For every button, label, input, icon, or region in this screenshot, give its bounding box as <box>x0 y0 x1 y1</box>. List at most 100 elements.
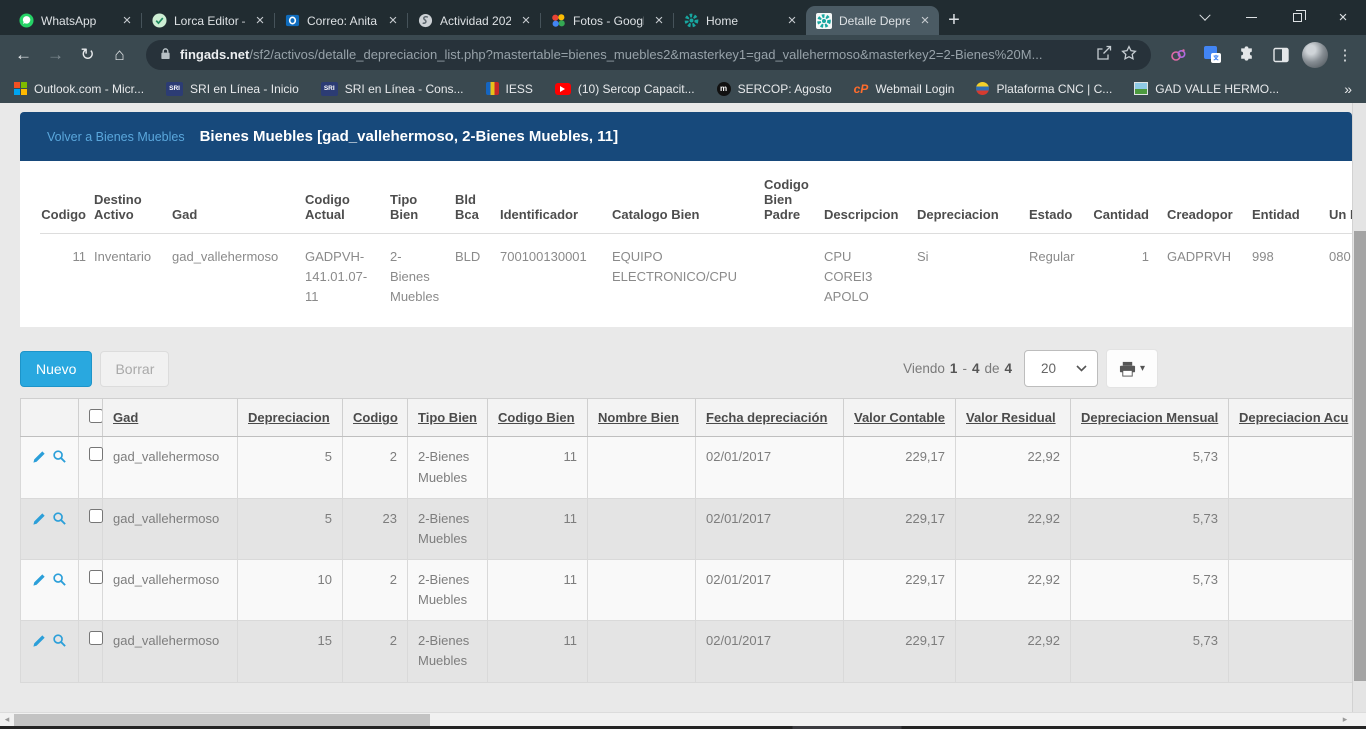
col-fecha-depreciacion[interactable]: Fecha depreciación <box>696 399 844 437</box>
bookmark-plataforma-cnc[interactable]: Plataforma CNC | C... <box>976 82 1112 96</box>
vertical-scrollbar-thumb[interactable] <box>1354 231 1366 681</box>
edit-pencil-icon[interactable] <box>32 572 47 593</box>
bookmark-webmail[interactable]: cP Webmail Login <box>854 82 955 96</box>
col-codigo[interactable]: Codigo <box>343 399 408 437</box>
bookmark-star-icon[interactable] <box>1121 45 1137 64</box>
depreciation-table: Gad Depreciacion Codigo Tipo Bien Codigo… <box>20 398 1352 682</box>
url-path: /sf2/activos/detalle_depreciacion_list.p… <box>249 47 1042 62</box>
tab-home[interactable]: Home × <box>673 6 806 35</box>
col-codigo-bien[interactable]: Codigo Bien <box>488 399 588 437</box>
cell-depreciacion-mensual: 5,73 <box>1071 498 1229 559</box>
close-icon[interactable]: × <box>784 12 800 29</box>
page-title: Bienes Muebles [gad_vallehermoso, 2-Bien… <box>200 128 618 145</box>
bookmarks-overflow-icon[interactable]: » <box>1344 81 1352 97</box>
close-icon[interactable]: × <box>917 12 933 29</box>
translate-extension-icon[interactable] <box>1198 40 1227 70</box>
edit-pencil-icon[interactable] <box>32 633 47 654</box>
master-cell: 998 <box>1252 247 1329 267</box>
new-tab-button[interactable]: + <box>939 6 969 35</box>
col-depreciacion-acumulada[interactable]: Depreciacion Acu <box>1229 399 1353 437</box>
close-icon[interactable]: × <box>252 12 268 29</box>
tab-detalle-depreciacion-active[interactable]: Detalle Deprecia × <box>806 6 939 35</box>
close-icon[interactable]: × <box>651 12 667 29</box>
col-valor-contable[interactable]: Valor Contable <box>844 399 956 437</box>
bookmark-sercop-youtube[interactable]: (10) Sercop Capacit... <box>555 82 695 96</box>
address-bar[interactable]: fingads.net/sf2/activos/detalle_deprecia… <box>146 40 1151 70</box>
forward-icon[interactable]: → <box>42 45 69 65</box>
window-close-button[interactable]: × <box>1320 0 1366 35</box>
cell-fecha-depreciacion: 02/01/2017 <box>696 621 844 682</box>
bookmark-gad-valle-hermoso[interactable]: GAD VALLE HERMO... <box>1134 82 1279 96</box>
horizontal-scrollbar[interactable]: ◂ ▸ <box>0 712 1366 726</box>
bookmark-label: Plataforma CNC | C... <box>996 82 1112 96</box>
col-depreciacion[interactable]: Depreciacion <box>238 399 343 437</box>
nuevo-button[interactable]: Nuevo <box>20 351 92 387</box>
cell-valor-residual: 22,92 <box>956 437 1071 498</box>
minimize-button[interactable] <box>1228 0 1274 35</box>
row-checkbox[interactable] <box>89 447 103 461</box>
tab-google-fotos[interactable]: Fotos - Google F × <box>540 6 673 35</box>
tab-search-chevron-icon[interactable] <box>1182 0 1228 35</box>
page-size-select[interactable]: 20 <box>1024 350 1098 387</box>
row-checkbox[interactable] <box>89 570 103 584</box>
bookmark-label: SRI en Línea - Cons... <box>345 82 464 96</box>
maximize-button[interactable] <box>1274 0 1320 35</box>
tab-lorca-editor[interactable]: Lorca Editor — El × <box>141 6 274 35</box>
bookmark-sri-consultas[interactable]: SRI SRI en Línea - Cons... <box>321 82 464 96</box>
view-magnifier-icon[interactable] <box>52 511 67 532</box>
edit-pencil-icon[interactable] <box>32 511 47 532</box>
master-cell: Inventario <box>94 247 172 267</box>
vertical-scrollbar[interactable] <box>1352 103 1366 712</box>
cell-fecha-depreciacion: 02/01/2017 <box>696 498 844 559</box>
back-to-bienes-muebles-link[interactable]: Volver a Bienes Muebles <box>47 130 185 144</box>
close-icon[interactable]: × <box>119 12 135 29</box>
back-icon[interactable]: ← <box>10 45 37 65</box>
home-icon[interactable]: ⌂ <box>106 45 133 65</box>
cell-tipo-bien: 2-Bienes Muebles <box>408 559 488 620</box>
close-icon[interactable]: × <box>385 12 401 29</box>
profile-avatar[interactable] <box>1300 40 1329 70</box>
scroll-right-arrow-icon[interactable]: ▸ <box>1338 713 1352 726</box>
view-magnifier-icon[interactable] <box>52 633 67 654</box>
row-checkbox[interactable] <box>89 509 103 523</box>
tab-correo-outlook[interactable]: Correo: Anita Sos × <box>274 6 407 35</box>
edit-pencil-icon[interactable] <box>32 449 47 470</box>
col-tipo-bien[interactable]: Tipo Bien <box>408 399 488 437</box>
tab-actividad[interactable]: Actividad 2023-0 × <box>407 6 540 35</box>
close-icon[interactable]: × <box>518 12 534 29</box>
bookmark-iess[interactable]: IESS <box>486 82 533 96</box>
outlook-icon <box>284 13 300 29</box>
extensions-puzzle-icon[interactable] <box>1232 40 1261 70</box>
print-button[interactable]: ▾ <box>1106 349 1158 388</box>
master-col-header: Entidad <box>1252 207 1329 222</box>
col-valor-residual[interactable]: Valor Residual <box>956 399 1071 437</box>
side-panel-icon[interactable] <box>1266 40 1295 70</box>
master-col-header: Cantidad <box>1092 207 1167 222</box>
cell-gad: gad_vallehermoso <box>103 559 238 620</box>
select-all-header <box>79 399 103 437</box>
share-icon[interactable] <box>1096 45 1112 64</box>
view-magnifier-icon[interactable] <box>52 449 67 470</box>
master-cell: 700100130001 <box>500 247 612 267</box>
tab-whatsapp[interactable]: WhatsApp × <box>8 6 141 35</box>
view-magnifier-icon[interactable] <box>52 572 67 593</box>
col-nombre-bien[interactable]: Nombre Bien <box>588 399 696 437</box>
master-col-header: Creadopor <box>1167 207 1252 222</box>
bookmark-sri-inicio[interactable]: SRI SRI en Línea - Inicio <box>166 82 299 96</box>
horizontal-scrollbar-thumb[interactable] <box>14 714 430 726</box>
col-gad[interactable]: Gad <box>103 399 238 437</box>
chevron-down-icon <box>1076 365 1087 372</box>
cell-valor-contable: 229,17 <box>844 437 956 498</box>
select-all-checkbox[interactable] <box>89 409 103 423</box>
whatsapp-icon <box>18 13 34 29</box>
scroll-left-arrow-icon[interactable]: ◂ <box>0 713 14 726</box>
reload-icon[interactable]: ↻ <box>74 45 101 65</box>
weather-extension-icon[interactable] <box>1164 40 1193 70</box>
borrar-button[interactable]: Borrar <box>100 351 169 387</box>
col-depreciacion-mensual[interactable]: Depreciacion Mensual <box>1071 399 1229 437</box>
master-cell: GADPVH-141.01.07-11 <box>305 247 390 307</box>
row-checkbox[interactable] <box>89 631 103 645</box>
bookmark-sercop-agosto[interactable]: m SERCOP: Agosto <box>717 82 832 96</box>
browser-menu-icon[interactable]: ⋮ <box>1334 46 1356 64</box>
bookmark-outlook[interactable]: Outlook.com - Micr... <box>14 82 144 96</box>
